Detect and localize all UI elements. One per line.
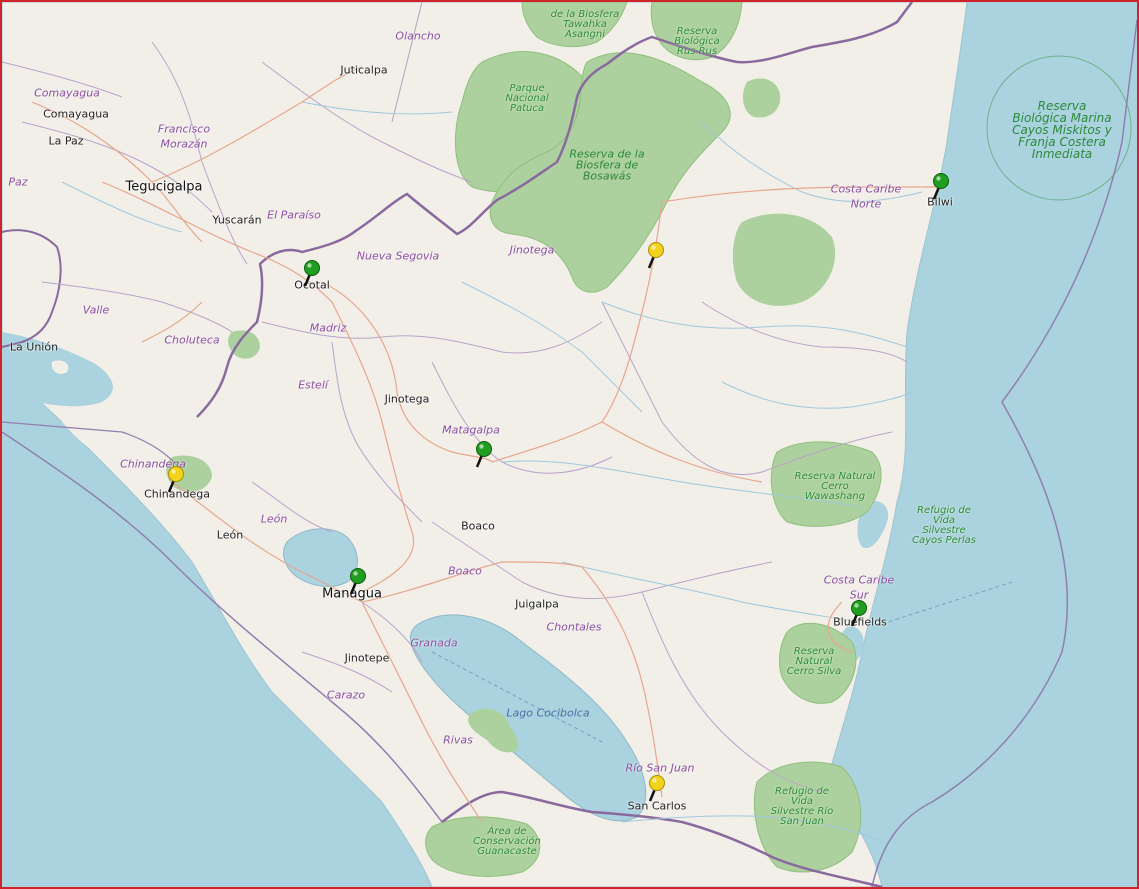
region-label-leon: León	[260, 512, 288, 526]
region-label-costa-caribe-norte-1: Costa Caribe	[830, 182, 902, 196]
region-label-jinotega: Jinotega	[509, 243, 555, 257]
region-label-paz: Paz	[8, 175, 28, 189]
region-label-rivas: Rivas	[443, 733, 473, 747]
region-label-morazan: Morazán	[160, 137, 208, 151]
map-pin-icon	[167, 466, 184, 493]
map-pin-icon	[349, 568, 366, 595]
park-label-tawahka: de la Biosfera Tawahka Asangni	[550, 9, 620, 40]
map-marker-yellow[interactable]	[167, 466, 187, 496]
map-pin-icon	[932, 173, 949, 200]
map-pin-icon	[648, 775, 665, 802]
region-label-costa-caribe-sur-1: Costa Caribe	[823, 573, 895, 587]
park-label-cayos-perlas: Refugio de Vida Silvestre Cayos Perlas	[912, 505, 976, 546]
map-marker-green[interactable]	[303, 260, 323, 290]
region-label-esteli: Estelí	[298, 378, 328, 392]
park-label-wawashang: Reserva Natural Cerro Wawashang	[794, 471, 876, 502]
city-label-la-paz: La Paz	[48, 134, 84, 148]
map-marker-green[interactable]	[850, 600, 870, 630]
map-pin-icon	[647, 242, 664, 269]
region-label-madriz: Madriz	[309, 321, 347, 335]
city-label-tegucigalpa: Tegucigalpa	[125, 179, 203, 195]
region-label-matagalpa: Matagalpa	[442, 423, 500, 437]
map-marker-green[interactable]	[475, 441, 495, 471]
region-label-comayagua: Comayagua	[34, 86, 100, 100]
city-label-leon: León	[216, 528, 244, 542]
map-frame[interactable]: Juticalpa Comayagua La Paz Tegucigalpa Y…	[0, 0, 1139, 889]
protected-area-misc-1	[742, 78, 781, 118]
park-label-miskitos: Reserva Biológica Marina Cayos Miskitos …	[1012, 99, 1112, 161]
city-label-jinotega: Jinotega	[384, 392, 430, 406]
region-label-costa-caribe-norte-2: Norte	[850, 197, 882, 211]
city-label-la-union: La Unión	[9, 340, 59, 354]
region-label-costa-caribe-sur-2: Sur	[849, 588, 869, 602]
region-label-el-paraiso: El Paraíso	[267, 208, 321, 222]
map-marker-yellow[interactable]	[647, 242, 667, 272]
city-label-juticalpa: Juticalpa	[340, 63, 388, 77]
region-label-chontales: Chontales	[546, 620, 602, 634]
park-label-guanacaste: Área de Conservación Guanacaste	[473, 826, 541, 857]
city-label-comayagua: Comayagua	[43, 107, 109, 121]
region-label-valle: Valle	[82, 303, 110, 317]
park-label-rio-san-juan: Refugio de Vida Silvestre Río San Juan	[770, 786, 834, 827]
region-label-francisco: Francisco	[157, 122, 211, 136]
region-label-rio-san-juan: Río San Juan	[625, 761, 695, 775]
map-marker-yellow[interactable]	[648, 775, 668, 805]
region-label-granada: Granada	[410, 636, 458, 650]
region-label-olancho: Olancho	[395, 29, 441, 43]
city-label-jinotepe: Jinotepe	[344, 651, 390, 665]
city-label-boaco: Boaco	[461, 519, 495, 533]
map-marker-green[interactable]	[932, 173, 952, 203]
region-label-boaco: Boaco	[448, 564, 482, 578]
region-label-nueva-segovia: Nueva Segovia	[356, 249, 440, 263]
city-label-juigalpa: Juigalpa	[515, 597, 559, 611]
park-label-cerro-silva: Reserva Natural Cerro Silva	[786, 646, 842, 677]
park-label-rus-rus: Reserva Biológica Rus Rus	[674, 26, 720, 57]
map-pin-icon	[850, 600, 867, 627]
region-label-carazo: Carazo	[326, 688, 366, 702]
map-pin-icon	[475, 441, 492, 468]
map-marker-green[interactable]	[349, 568, 369, 598]
region-label-choluteca: Choluteca	[164, 333, 220, 347]
park-label-bosawas: Reserva de la Biosfera de Bosawás	[569, 147, 645, 183]
city-label-yuscaran: Yuscarán	[212, 213, 262, 227]
lake-label-cocibolca: Lago Cocibolca	[506, 706, 590, 720]
map-pin-icon	[303, 260, 320, 287]
park-label-patuca: Parque Nacional Patuca	[505, 83, 549, 114]
